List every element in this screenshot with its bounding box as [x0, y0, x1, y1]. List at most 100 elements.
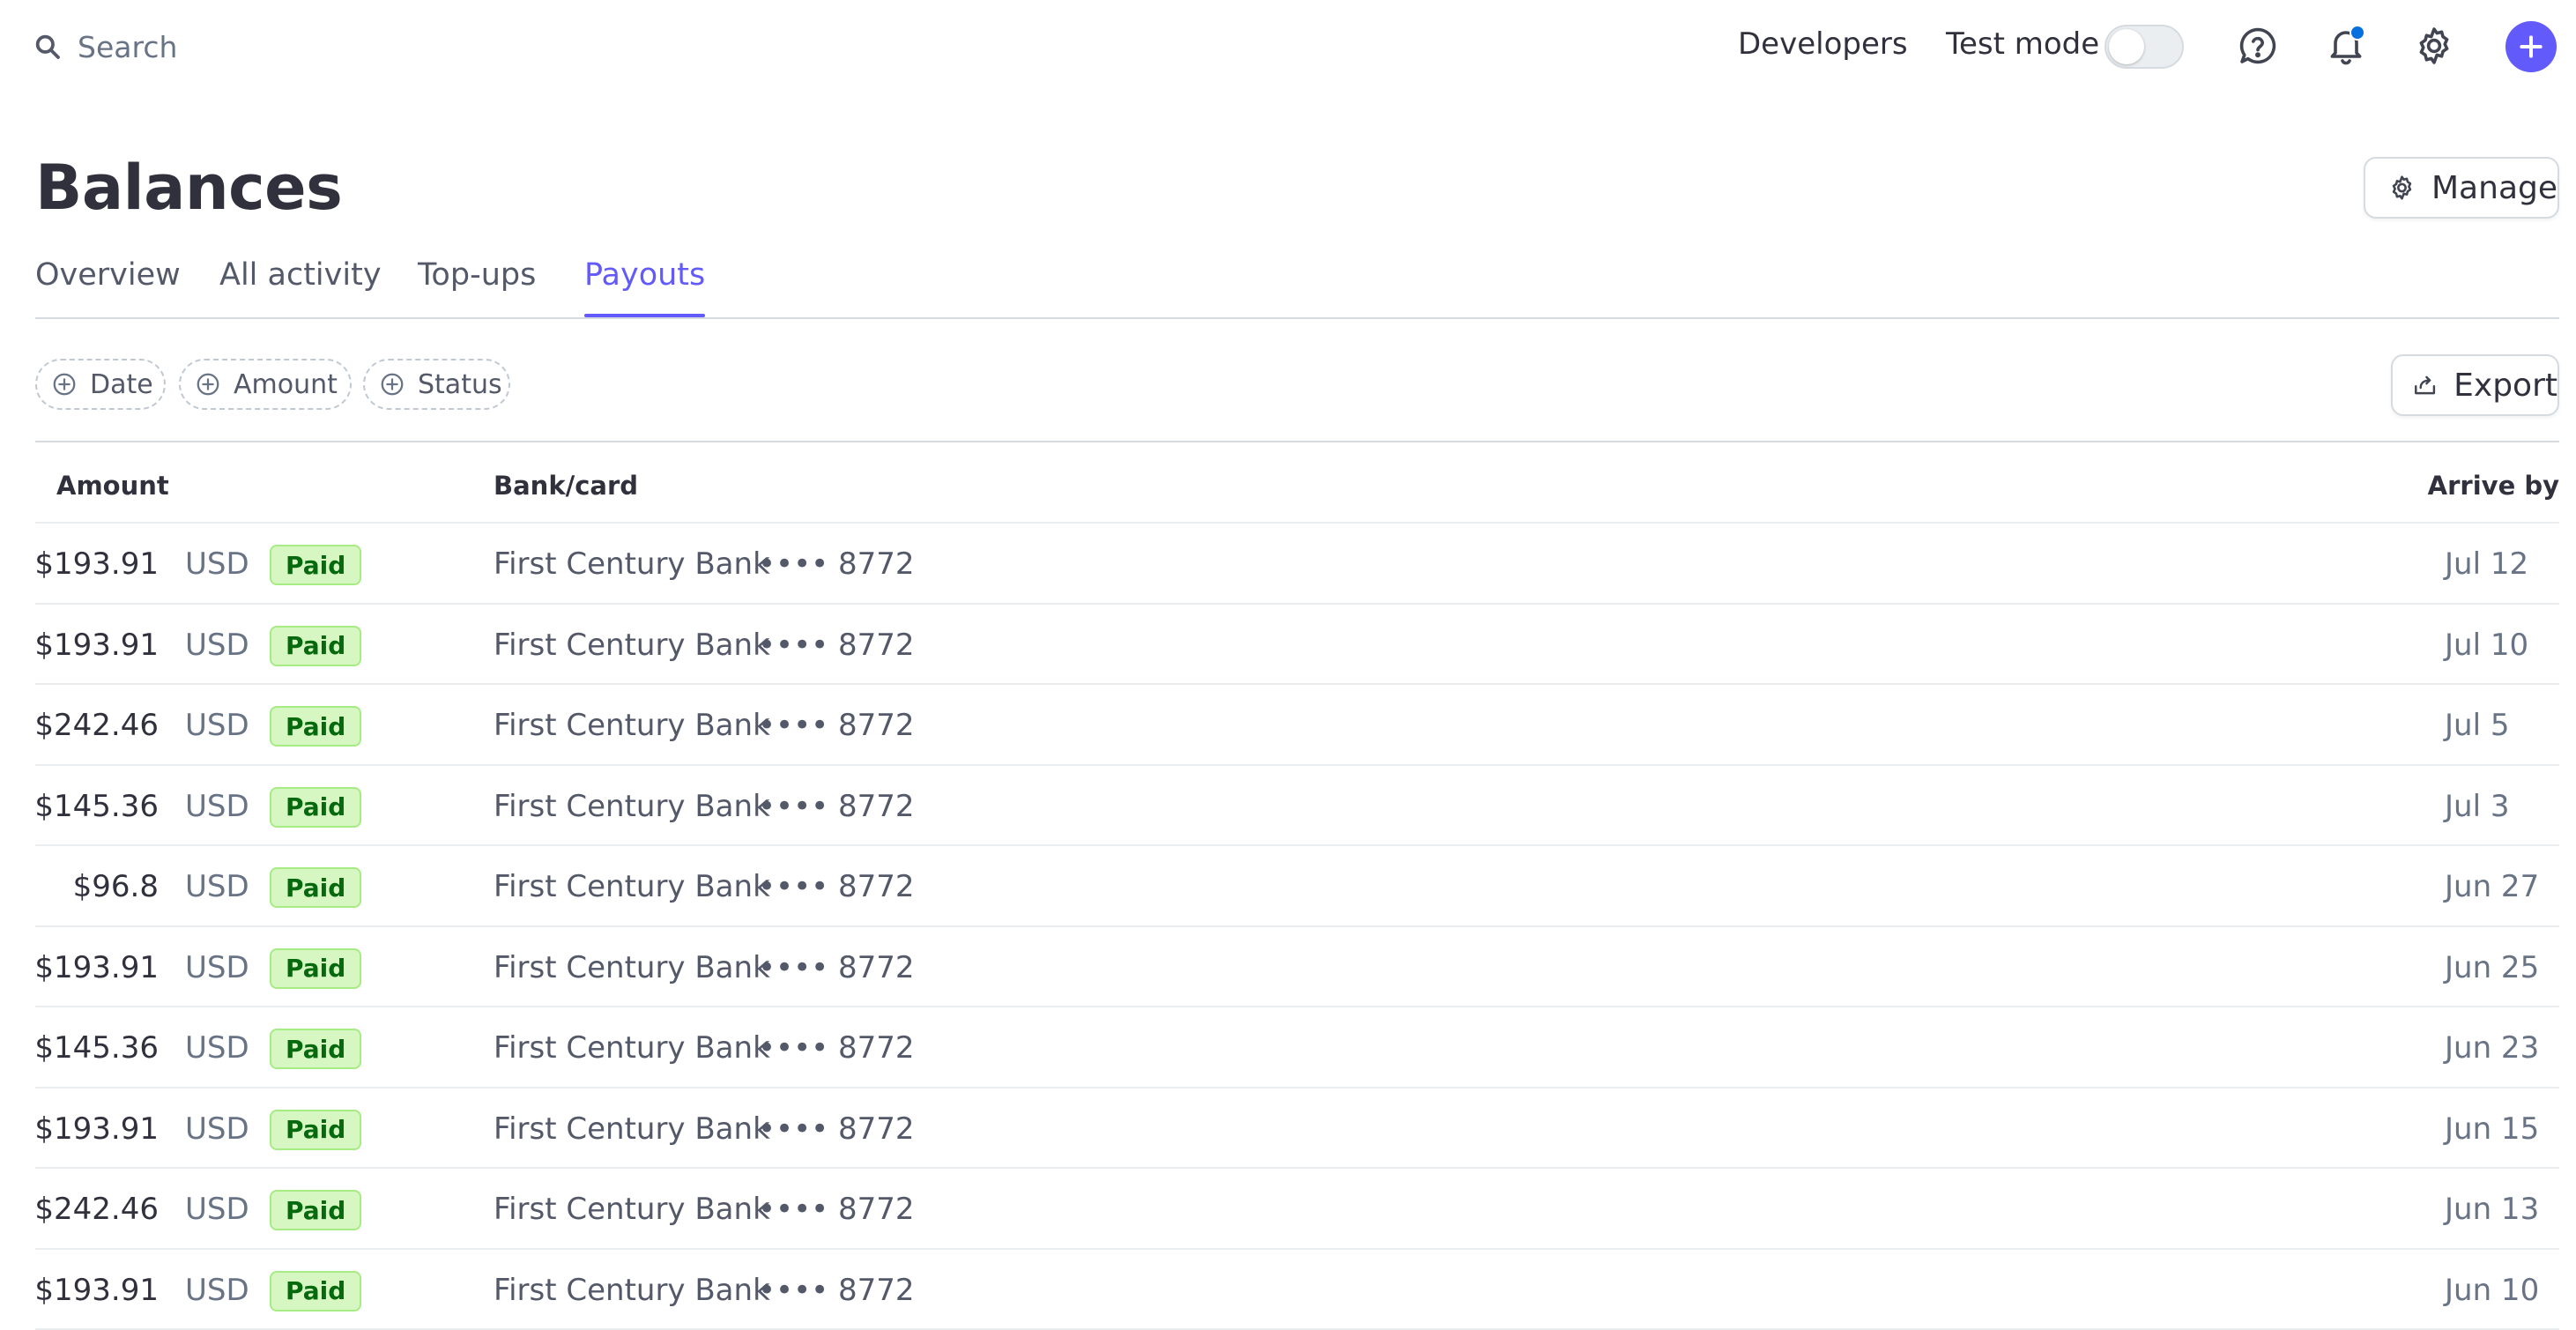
- create-button[interactable]: [2505, 21, 2557, 72]
- status-filter-label: Status: [418, 369, 502, 400]
- tab-overview[interactable]: Overview: [35, 257, 181, 316]
- arrive-date: Jun 15: [2445, 1111, 2539, 1147]
- balances-tabs: Overview All activity Top-ups Payouts: [35, 254, 2559, 319]
- table-row[interactable]: $193.91 USD Paid First Century Bank ••••…: [35, 1089, 2559, 1170]
- export-button[interactable]: Export: [2391, 354, 2559, 416]
- status-badge: Paid: [270, 948, 361, 989]
- add-circle-icon: [379, 371, 405, 398]
- payout-amount: $145.36: [34, 789, 159, 824]
- table-row[interactable]: $145.36 USD Paid First Century Bank ••••…: [35, 1007, 2559, 1089]
- account-mask: •••• 8772: [758, 546, 915, 582]
- payout-amount: $193.91: [34, 628, 159, 663]
- tab-top-ups[interactable]: Top-ups: [418, 257, 536, 316]
- test-mode-toggle[interactable]: [2105, 25, 2184, 69]
- export-icon: [2412, 371, 2438, 399]
- payout-currency: USD: [185, 789, 249, 824]
- arrive-date: Jun 27: [2445, 869, 2539, 904]
- table-header: Amount Bank/card Arrive by: [35, 442, 2559, 524]
- notifications-icon[interactable]: [2325, 25, 2367, 67]
- bank-name: First Century Bank: [494, 1111, 770, 1147]
- add-circle-icon: [51, 371, 78, 398]
- account-mask: •••• 8772: [758, 950, 915, 985]
- date-filter-label: Date: [90, 369, 153, 400]
- account-mask: •••• 8772: [758, 708, 915, 743]
- table-row[interactable]: $242.46 USD Paid First Century Bank ••••…: [35, 685, 2559, 766]
- amount-filter-label: Amount: [234, 369, 338, 400]
- arrive-date: Jun 13: [2445, 1192, 2539, 1227]
- payout-currency: USD: [185, 708, 249, 743]
- account-mask: •••• 8772: [758, 869, 915, 904]
- payout-amount: $242.46: [34, 1192, 159, 1227]
- table-row[interactable]: $145.36 USD Paid First Century Bank ••••…: [35, 766, 2559, 847]
- bank-name: First Century Bank: [494, 1030, 770, 1066]
- column-header-arrive[interactable]: Arrive by: [2428, 471, 2559, 501]
- table-row[interactable]: $193.91 USD Paid First Century Bank ••••…: [35, 927, 2559, 1008]
- payout-currency: USD: [185, 869, 249, 904]
- payout-currency: USD: [185, 950, 249, 985]
- status-badge: Paid: [270, 787, 361, 828]
- table-row[interactable]: $242.46 USD Paid First Century Bank ••••…: [35, 1169, 2559, 1250]
- bank-name: First Century Bank: [494, 869, 770, 904]
- bank-name: First Century Bank: [494, 628, 770, 663]
- payout-amount: $193.91: [34, 546, 159, 582]
- gear-icon: [2388, 174, 2416, 202]
- search-icon: [33, 33, 62, 61]
- developers-link[interactable]: Developers: [1738, 26, 1908, 62]
- account-mask: •••• 8772: [758, 789, 915, 824]
- status-badge: Paid: [270, 1110, 361, 1150]
- table-row[interactable]: $193.91 USD Paid First Century Bank ••••…: [35, 1250, 2559, 1330]
- export-label: Export: [2454, 368, 2557, 404]
- account-mask: •••• 8772: [758, 1111, 915, 1147]
- gear-icon[interactable]: [2413, 25, 2455, 67]
- bank-name: First Century Bank: [494, 950, 770, 985]
- tab-payouts[interactable]: Payouts: [584, 257, 705, 316]
- bank-name: First Century Bank: [494, 546, 770, 582]
- arrive-date: Jun 10: [2445, 1273, 2539, 1308]
- payout-amount: $193.91: [34, 1111, 159, 1147]
- payout-currency: USD: [185, 546, 249, 582]
- payout-amount: $145.36: [34, 1030, 159, 1066]
- add-circle-icon: [195, 371, 221, 398]
- bank-name: First Century Bank: [494, 789, 770, 824]
- date-filter[interactable]: Date: [35, 359, 166, 410]
- table-row[interactable]: $96.8 USD Paid First Century Bank •••• 8…: [35, 846, 2559, 927]
- status-badge: Paid: [270, 867, 361, 908]
- arrive-date: Jul 12: [2445, 546, 2528, 582]
- manage-button[interactable]: Manage: [2364, 157, 2559, 219]
- account-mask: •••• 8772: [758, 1192, 915, 1227]
- arrive-date: Jul 3: [2445, 789, 2509, 824]
- tab-all-activity[interactable]: All activity: [219, 257, 382, 316]
- bank-name: First Century Bank: [494, 708, 770, 743]
- payout-currency: USD: [185, 1111, 249, 1147]
- account-mask: •••• 8772: [758, 628, 915, 663]
- column-header-amount[interactable]: Amount: [56, 471, 169, 501]
- search-bar[interactable]: Search: [33, 23, 177, 71]
- help-icon[interactable]: [2237, 25, 2279, 67]
- top-bar: Search Developers Test mode: [0, 0, 2576, 93]
- bank-name: First Century Bank: [494, 1273, 770, 1308]
- status-badge: Paid: [270, 626, 361, 666]
- search-input[interactable]: Search: [78, 30, 177, 64]
- column-header-bank[interactable]: Bank/card: [494, 471, 638, 501]
- amount-filter[interactable]: Amount: [179, 359, 352, 410]
- status-badge: Paid: [270, 545, 361, 585]
- status-filter[interactable]: Status: [363, 359, 510, 410]
- toggle-knob: [2109, 29, 2144, 64]
- plus-icon: [2517, 33, 2545, 61]
- payouts-table: Amount Bank/card Arrive by $193.91 USD P…: [35, 441, 2559, 1330]
- table-row[interactable]: $193.91 USD Paid First Century Bank ••••…: [35, 605, 2559, 686]
- payout-currency: USD: [185, 1192, 249, 1227]
- payout-amount: $193.91: [34, 1273, 159, 1308]
- status-badge: Paid: [270, 1029, 361, 1069]
- account-mask: •••• 8772: [758, 1273, 915, 1308]
- arrive-date: Jun 25: [2445, 950, 2539, 985]
- payout-amount: $193.91: [34, 950, 159, 985]
- table-row[interactable]: $193.91 USD Paid First Century Bank ••••…: [35, 524, 2559, 605]
- status-badge: Paid: [270, 1190, 361, 1230]
- arrive-date: Jul 10: [2445, 628, 2528, 663]
- test-mode-label: Test mode: [1946, 26, 2099, 62]
- status-badge: Paid: [270, 706, 361, 747]
- page-title: Balances: [35, 152, 342, 224]
- status-badge: Paid: [270, 1271, 361, 1311]
- payout-currency: USD: [185, 628, 249, 663]
